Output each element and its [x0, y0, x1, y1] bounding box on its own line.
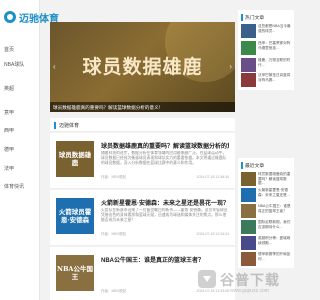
nav-item-premier-league[interactable]: 英超 [4, 85, 14, 92]
hot-article-item[interactable]: 西甲：巴塞罗那对阵马德里竞技... [241, 41, 291, 57]
hot-article-title[interactable]: 雄鹿，万物互联的时代... [258, 58, 291, 72]
latest-articles-panel: 最近文章 球员数据雄鹿真的重要吗？解读篮球数据... 火箭新星霍恩·安德森：未来… [238, 158, 294, 268]
latest-article-thumbnail[interactable] [241, 252, 256, 266]
hot-article-item[interactable]: 这些都是NBA当今最强的球员... [241, 24, 291, 40]
nav-item-ligue-1[interactable]: 法甲 [4, 165, 14, 172]
latest-article-title[interactable]: 英超积分榜：曼城继续领跑... [258, 236, 291, 250]
article-excerpt: 随着科技的进步，数据分析在体育领域的应用越来越广泛，在篮球运动中，球员数据已经成… [101, 151, 227, 165]
hot-article-thumbnail[interactable] [241, 24, 256, 38]
article-time: 2024-07-18 12:34:24 [196, 232, 230, 236]
logo-icon [4, 11, 16, 23]
chevron-left-icon[interactable]: ‹ [53, 62, 61, 72]
article-title[interactable]: 火箭新星霍恩·安德森：未来之星还是昙花一现？ [101, 198, 229, 207]
latest-article-thumbnail[interactable] [241, 188, 256, 202]
latest-article-title[interactable]: 火箭新星霍恩·安德森：未来之星还是... [258, 188, 291, 202]
latest-article-item[interactable]: 国际足联新规，我们应该期待什么... [241, 220, 291, 236]
latest-article-thumbnail[interactable] [241, 220, 256, 234]
article-meta: 作者：MBV脱贴 2024-07-18 12:36:34 [101, 175, 229, 180]
hot-article-thumbnail[interactable] [241, 58, 256, 72]
latest-article-title[interactable]: 德甲新赛季的开局如何... [258, 252, 291, 266]
latest-article-title[interactable]: 球员数据雄鹿真的重要吗？解读篮球数据... [258, 172, 291, 186]
nav-item-home[interactable]: 首页 [4, 46, 14, 53]
hot-article-title[interactable]: 法甲巴黎圣日耳曼将对阵马赛... [258, 73, 291, 87]
article-thumbnail[interactable]: 火箭球员霍恩·安德森 [56, 198, 94, 234]
article-thumbnail[interactable]: 球员数据雄鹿 [56, 141, 94, 177]
banner-title: 球员数据雄鹿 [82, 56, 203, 78]
article-author: 作者：MBV脱贴 [101, 289, 127, 293]
article-card[interactable]: 火箭球员霍恩·安德森 火箭新星霍恩·安德森：未来之星还是昙花一现？ 火箭队在新赛… [50, 190, 235, 246]
watermark-text: 谷普下载 [220, 272, 280, 288]
latest-article-thumbnail[interactable] [241, 204, 256, 218]
hot-articles-panel: 热门文章 这些都是NBA当今最强的球员... 西甲：巴塞罗那对阵马德里竞技...… [238, 10, 294, 90]
banner-slider[interactable]: 球员数据雄鹿 ‹ › 球员数据雄鹿真的重要吗？解读篮球数据分析的意义！ [50, 22, 235, 112]
article-author: 作者：MBV脱贴 [101, 175, 127, 179]
hot-article-thumbnail[interactable] [241, 73, 256, 87]
article-excerpt: 火箭队在新赛季迎来了一位备受瞩目的新秀——霍恩·安德森。这位年轻球员凭借出色的身… [101, 208, 228, 222]
nav-item-nba[interactable]: NBA球队 [4, 61, 24, 68]
left-nav: 迈驰体育 首页 NBA球队 英超 意甲 西甲 德甲 法甲 体育快讯 [0, 0, 59, 300]
latest-article-item[interactable]: 球员数据雄鹿真的重要吗？解读篮球数据... [241, 172, 291, 188]
latest-article-item[interactable]: NBA公牛国王：谁是真正的篮球王者？ [241, 204, 291, 220]
nav-item-serie-a[interactable]: 意甲 [4, 109, 14, 116]
watermark-url: www.gupuxz.com [230, 288, 269, 294]
article-list-title: 迈驰体育 [54, 122, 79, 129]
article-thumbnail[interactable]: NBA公牛国王 [56, 255, 94, 291]
hot-article-title[interactable]: 这些都是NBA当今最强的球员... [258, 24, 291, 38]
article-meta: 作者：MBV脱贴 2024-07-18 12:34:24 [101, 232, 229, 237]
latest-articles-heading: 最近文章 [241, 162, 264, 169]
article-time: 2024-07-18 12:36:34 [196, 175, 230, 179]
latest-article-thumbnail[interactable] [241, 172, 256, 186]
latest-article-item[interactable]: 英超积分榜：曼城继续领跑... [241, 236, 291, 252]
hot-article-title[interactable]: 西甲：巴塞罗那对阵马德里竞技... [258, 41, 291, 55]
hot-article-thumbnail[interactable] [241, 41, 256, 55]
hot-article-item[interactable]: 法甲巴黎圣日耳曼将对阵马赛... [241, 73, 291, 89]
latest-article-thumbnail[interactable] [241, 236, 256, 250]
article-card[interactable]: 球员数据雄鹿 球员数据雄鹿真的重要吗？解读篮球数据分析的意... 随着科技的进步… [50, 133, 235, 189]
nav-item-sports-news[interactable]: 体育快讯 [4, 183, 24, 190]
chevron-right-icon[interactable]: › [224, 62, 232, 72]
latest-article-title[interactable]: NBA公牛国王：谁是真正的篮球王者？ [258, 204, 291, 218]
article-list-header: 迈驰体育 [50, 118, 235, 132]
banner-caption[interactable]: 球员数据雄鹿真的重要吗？解读篮球数据分析的意义！ [50, 102, 235, 112]
article-author: 作者：MBV脱贴 [101, 232, 127, 236]
hot-articles-heading: 热门文章 [241, 14, 264, 21]
nav-item-la-liga[interactable]: 西甲 [4, 127, 14, 134]
article-title[interactable]: 球员数据雄鹿真的重要吗？解读篮球数据分析的意... [101, 141, 229, 150]
nav-item-bundesliga[interactable]: 德甲 [4, 146, 14, 153]
latest-article-title[interactable]: 国际足联新规，我们应该期待什么... [258, 220, 291, 234]
download-icon [198, 270, 216, 288]
hot-article-item[interactable]: 雄鹿，万物互联的时代... [241, 58, 291, 74]
latest-article-item[interactable]: 火箭新星霍恩·安德森：未来之星还是... [241, 188, 291, 204]
site-watermark: 谷普下载 www.gupuxz.com [190, 266, 298, 298]
article-title[interactable]: NBA公牛国王：谁是真正的篮球王者？ [101, 255, 229, 264]
